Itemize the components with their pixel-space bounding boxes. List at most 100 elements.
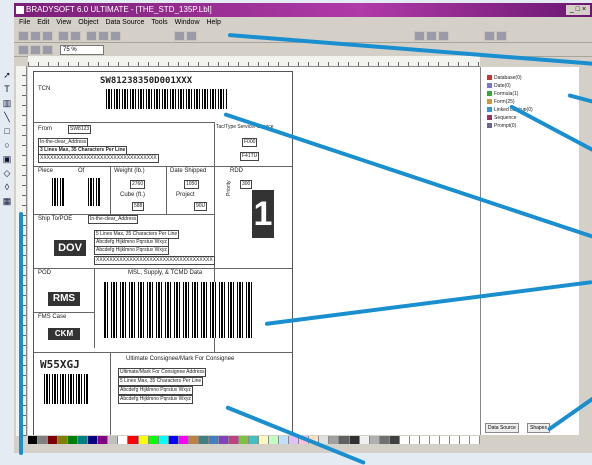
zoom-out-icon[interactable] <box>186 31 197 41</box>
serial-tool-icon[interactable]: ◊ <box>2 182 12 192</box>
palette-swatch[interactable] <box>198 436 209 444</box>
palette-swatch[interactable] <box>28 436 39 444</box>
pdf417-barcode[interactable] <box>104 282 254 338</box>
palette-swatch[interactable] <box>78 436 89 444</box>
menu-file[interactable]: File <box>19 17 30 28</box>
palette-swatch[interactable] <box>98 436 109 444</box>
open-icon[interactable] <box>30 31 41 41</box>
palette-swatch[interactable] <box>389 436 400 444</box>
palette-swatch[interactable] <box>449 436 461 444</box>
cube-value[interactable]: 588 <box>132 202 145 211</box>
rectangle-tool-icon[interactable]: □ <box>2 126 12 136</box>
palette-swatch[interactable] <box>128 436 139 444</box>
paste-icon[interactable] <box>110 31 121 41</box>
fms-code[interactable]: CKM <box>48 328 80 340</box>
palette-swatch[interactable] <box>359 436 370 444</box>
palette-swatch[interactable] <box>48 436 59 444</box>
consignee-line4[interactable]: Abcdefg Hijklmno Pqrstuv Wxyz <box>118 395 193 404</box>
copy-icon[interactable] <box>98 31 109 41</box>
palette-swatch[interactable] <box>188 436 199 444</box>
tab-data-source[interactable]: Data Source <box>485 423 519 433</box>
palette-swatch[interactable] <box>439 436 450 444</box>
palette-swatch[interactable] <box>349 436 360 444</box>
consignee-line3[interactable]: Abcdefg Hijklmno Pqrstuv Wxyz <box>118 386 193 395</box>
palette-swatch[interactable] <box>58 436 69 444</box>
palette-swatch[interactable] <box>249 436 260 444</box>
palette-swatch[interactable] <box>269 436 280 444</box>
palette-swatch[interactable] <box>339 436 350 444</box>
menu-data-source[interactable]: Data Source <box>105 17 144 28</box>
palette-swatch[interactable] <box>138 436 149 444</box>
palette-swatch[interactable] <box>118 436 129 444</box>
from-value[interactable]: SW8123 <box>68 125 92 134</box>
rdd-value[interactable]: 300 <box>240 180 253 189</box>
grid-icon[interactable] <box>484 31 495 41</box>
consignee-line1[interactable]: Ultimate/Mark For Consignee Address <box>118 368 207 377</box>
date-shipped-value[interactable]: 1050 <box>184 180 200 189</box>
pointer-icon[interactable]: ➚ <box>2 70 12 80</box>
tcn-value[interactable]: SW81238350D001XXX <box>100 76 192 86</box>
shipto-line3[interactable]: Abcdefg Hijklmno Pqrstuv Wxyz <box>94 246 169 255</box>
tree-item-prompt[interactable]: Prompt(0) <box>487 123 516 129</box>
palette-swatch[interactable] <box>68 436 79 444</box>
palette-swatch[interactable] <box>38 436 49 444</box>
tree-item-date[interactable]: Date(0) <box>487 83 511 89</box>
palette-swatch[interactable] <box>409 436 420 444</box>
palette-swatch[interactable] <box>399 436 410 444</box>
snap-icon[interactable] <box>496 31 507 41</box>
palette-swatch[interactable] <box>369 436 380 444</box>
horizontal-ruler[interactable] <box>28 56 480 67</box>
cut-icon[interactable] <box>86 31 97 41</box>
table-tool-icon[interactable]: ▦ <box>2 196 12 206</box>
palette-swatch[interactable] <box>228 436 239 444</box>
image-tool-icon[interactable]: ▣ <box>2 154 12 164</box>
palette-swatch[interactable] <box>470 436 481 444</box>
label-icon[interactable] <box>18 45 29 55</box>
project-value[interactable]: 90U <box>194 202 208 211</box>
palette-swatch[interactable] <box>218 436 229 444</box>
palette-swatch[interactable] <box>379 436 390 444</box>
tcn-barcode[interactable] <box>106 89 228 109</box>
palette-swatch[interactable] <box>148 436 159 444</box>
menu-tools[interactable]: Tools <box>151 17 167 28</box>
text-tool-icon[interactable]: T <box>2 84 12 94</box>
align-center-icon[interactable] <box>426 31 437 41</box>
line-tool-icon[interactable]: ╲ <box>2 112 12 122</box>
print-icon[interactable] <box>58 31 69 41</box>
zoom-in-icon[interactable] <box>174 31 185 41</box>
menu-object[interactable]: Object <box>78 17 98 28</box>
palette-swatch[interactable] <box>88 436 99 444</box>
layers-icon[interactable] <box>42 45 53 55</box>
pod-code[interactable]: RMS <box>48 292 80 306</box>
palette-swatch[interactable] <box>329 436 340 444</box>
shipto-address[interactable]: In-the-clear_Address <box>88 215 139 224</box>
tree-item-formula[interactable]: Formula(1) <box>487 91 518 97</box>
menu-edit[interactable]: Edit <box>37 17 49 28</box>
save-icon[interactable] <box>42 31 53 41</box>
palette-swatch[interactable] <box>108 436 119 444</box>
print-preview-icon[interactable] <box>70 31 81 41</box>
align-right-icon[interactable] <box>438 31 449 41</box>
window-controls[interactable]: _ □ × <box>566 5 590 15</box>
from-x[interactable]: XXXXXXXXXXXXXXXXXXXXXXXXXXXXXXXXXXX <box>38 154 159 163</box>
consignee-code[interactable]: W55XGJ <box>40 358 80 371</box>
shipto-code[interactable]: DOV <box>54 240 86 256</box>
palette-swatch[interactable] <box>168 436 179 444</box>
palette-swatch[interactable] <box>460 436 471 444</box>
menu-help[interactable]: Help <box>206 17 220 28</box>
ellipse-tool-icon[interactable]: ○ <box>2 140 12 150</box>
menu-view[interactable]: View <box>56 17 71 28</box>
palette-swatch[interactable] <box>158 436 169 444</box>
tac-value2[interactable]: F41TU <box>240 152 260 161</box>
priority-value[interactable]: 1 <box>252 190 274 238</box>
piece-barcode[interactable] <box>52 178 64 206</box>
consignee-line2[interactable]: 5 Lines Max, 35 Characters Per Line <box>118 377 204 386</box>
new-icon[interactable] <box>18 31 29 41</box>
shipto-x[interactable]: XXXXXXXXXXXXXXXXXXXXXXXXXXXXXXXXXXX <box>94 256 215 265</box>
tree-item-database[interactable]: Database(0) <box>487 75 522 81</box>
palette-swatch[interactable] <box>429 436 440 444</box>
barcode-tool-icon[interactable]: ▥ <box>2 98 12 108</box>
menu-window[interactable]: Window <box>175 17 200 28</box>
of-barcode[interactable] <box>88 178 100 206</box>
palette-swatch[interactable] <box>419 436 430 444</box>
